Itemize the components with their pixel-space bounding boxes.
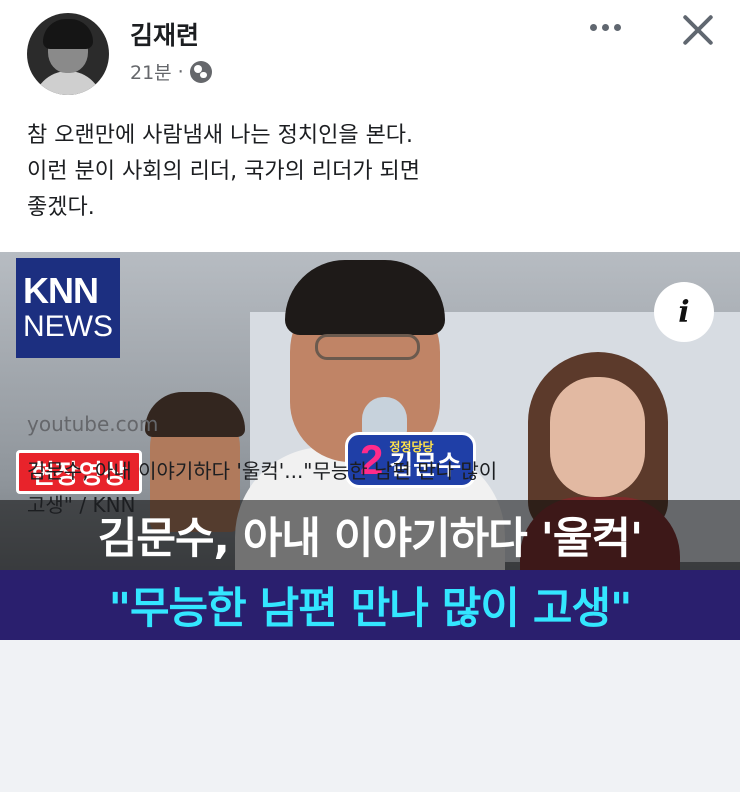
link-title-line: 김문수, 아내 이야기하다 '울컥'..."무능한 남편 만나 많이	[27, 459, 498, 483]
link-info-panel[interactable]	[0, 640, 740, 792]
post-header: 김재련 21분 ·	[0, 0, 740, 100]
video-thumbnail[interactable]: KNN NEWS i 2 정정당당 김문수 현장영상 김문수, 아내 이야기하다…	[0, 252, 740, 640]
close-button[interactable]	[672, 4, 724, 56]
link-title[interactable]: 김문수, 아내 이야기하다 '울컥'..."무능한 남편 만나 많이 고생" /…	[27, 454, 717, 522]
globe-icon	[189, 60, 212, 83]
link-domain: youtube.com	[27, 412, 159, 436]
post-time[interactable]: 21분	[130, 58, 172, 85]
avatar-hair-shape	[43, 19, 93, 49]
post-text-line: 좋겠다.	[27, 195, 95, 220]
more-dots-icon	[589, 23, 597, 31]
link-preview-card[interactable]: KNN NEWS i 2 정정당당 김문수 현장영상 김문수, 아내 이야기하다…	[0, 252, 740, 792]
more-dots-icon	[601, 23, 609, 31]
post-text: 참 오랜만에 사람냄새 나는 정치인을 본다. 이런 분이 사회의 리더, 국가…	[27, 118, 717, 226]
post-meta: 21분 ·	[130, 58, 212, 85]
thumbnail-speaker-hair	[285, 260, 445, 335]
logo-line2: NEWS	[23, 310, 113, 343]
thumbnail-person-left-hair	[145, 392, 245, 437]
author-name[interactable]: 김재련	[130, 16, 199, 52]
thumbnail-glasses	[315, 334, 420, 360]
meta-separator: ·	[177, 60, 184, 83]
post-text-line: 이런 분이 사회의 리더, 국가의 리더가 되면	[27, 159, 421, 184]
knn-news-logo: KNN NEWS	[16, 258, 120, 358]
more-dots-icon	[613, 23, 621, 31]
avatar[interactable]	[27, 13, 109, 95]
more-options-button[interactable]	[580, 12, 630, 42]
logo-line1: KNN	[23, 270, 99, 311]
thumbnail-headline-2: "무능한 남편 만나 많이 고생"	[0, 570, 740, 640]
post-text-line: 참 오랜만에 사람냄새 나는 정치인을 본다.	[27, 123, 414, 148]
avatar-body-shape	[33, 71, 103, 95]
link-title-line: 고생" / KNN	[27, 493, 136, 517]
info-icon[interactable]: i	[654, 282, 714, 342]
